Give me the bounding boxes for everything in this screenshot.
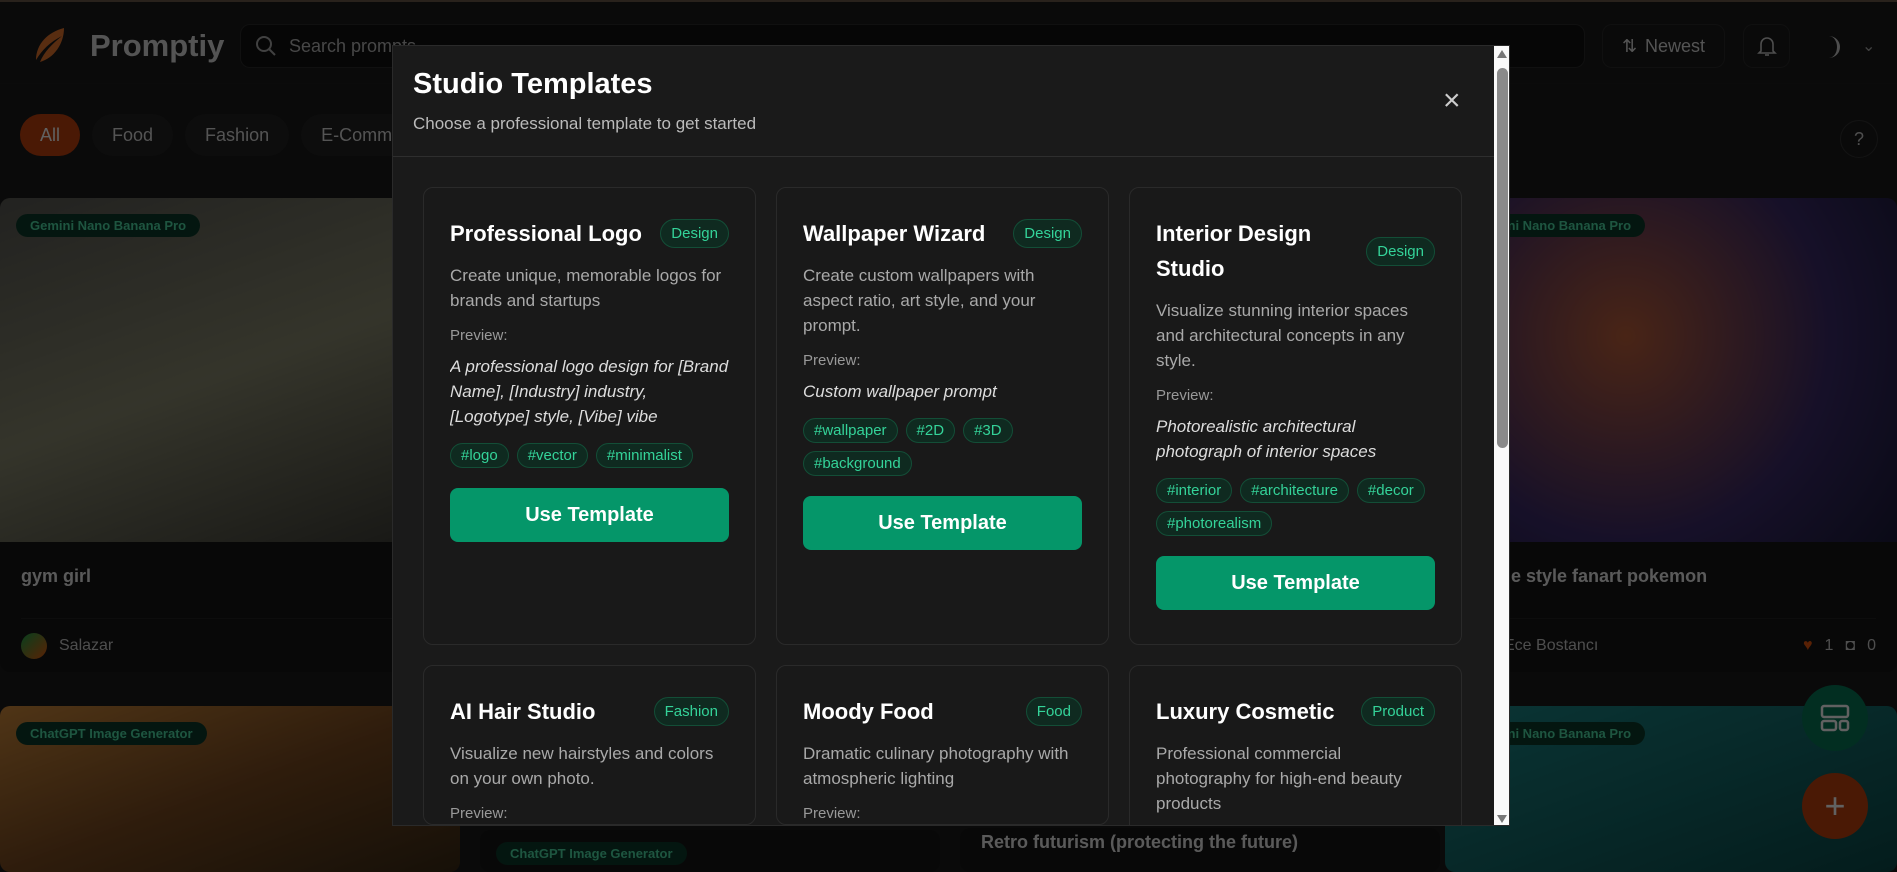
- category-badge: Design: [1013, 219, 1082, 248]
- category-chip-food[interactable]: Food: [92, 114, 174, 156]
- category-chip-fashion[interactable]: Fashion: [185, 114, 290, 156]
- create-fab[interactable]: +: [1802, 773, 1868, 839]
- preview-text: Photorealistic architectural photograph …: [1156, 417, 1377, 461]
- like-count: 1: [1824, 636, 1834, 654]
- prompt-image: [1445, 198, 1897, 542]
- search-icon: [256, 36, 276, 56]
- plus-icon: +: [1824, 785, 1846, 826]
- preview-label: Preview:: [803, 805, 861, 822]
- modal-scrollbar[interactable]: [1494, 46, 1509, 825]
- tag-list: #logo #vector #minimalist: [450, 443, 729, 468]
- use-template-button[interactable]: Use Template: [803, 496, 1082, 550]
- feather-logo-icon: [36, 28, 64, 62]
- close-icon[interactable]: ×: [1443, 86, 1461, 116]
- prompt-image: [0, 198, 460, 542]
- window-top-border: [0, 0, 1897, 2]
- tag: #decor: [1356, 478, 1425, 503]
- user-avatar[interactable]: [1818, 36, 1840, 58]
- tag-list: #wallpaper #2D #3D #background: [803, 418, 1082, 476]
- template-description: Create custom wallpapers with aspect rat…: [803, 266, 1036, 335]
- tag: #vector: [516, 443, 588, 468]
- modal-subtitle: Choose a professional template to get st…: [413, 114, 757, 133]
- sort-button[interactable]: ⇅ Newest: [1602, 24, 1725, 68]
- preview-label: Preview:: [1156, 387, 1214, 404]
- template-card: Professional Logo Design Create unique, m…: [423, 187, 756, 645]
- notifications-button[interactable]: [1743, 24, 1790, 68]
- layout-icon: [1820, 704, 1850, 732]
- template-description: Visualize stunning interior spaces and a…: [1156, 301, 1408, 370]
- tag-list: #interior #architecture #decor #photorealis…: [1156, 478, 1435, 536]
- preview-label: Preview:: [803, 352, 861, 369]
- category-chips: All Food Fashion E-Commerce: [20, 114, 448, 156]
- preview-text: A professional logo design for [Brand Na…: [450, 357, 729, 426]
- preview-label: Preview:: [450, 327, 508, 344]
- prompt-card[interactable]: ChatGPT Image Generator: [480, 830, 940, 872]
- template-card: Luxury Cosmetic Product Professional comm…: [1129, 665, 1462, 825]
- template-title: Interior Design Studio: [1156, 221, 1312, 281]
- tag: #minimalist: [595, 443, 693, 468]
- use-template-button[interactable]: Use Template: [1156, 556, 1435, 610]
- studio-templates-modal: Studio Templates Choose a professional t…: [392, 45, 1510, 826]
- bell-icon: [1756, 37, 1777, 56]
- template-description: Create unique, memorable logos for brand…: [450, 266, 722, 310]
- tag: #photorealism: [1156, 511, 1273, 536]
- prompt-title: Retro futurism (protecting the future): [981, 832, 1298, 852]
- heart-icon[interactable]: ♥: [1803, 637, 1813, 655]
- tag: #background: [803, 451, 912, 476]
- template-title: AI Hair Studio: [450, 699, 596, 724]
- template-card: Wallpaper Wizard Design Create custom wal…: [776, 187, 1109, 645]
- author-name: Salazar: [59, 636, 114, 654]
- prompt-card[interactable]: Gemini Nano Banana Pro Anime style fanar…: [1445, 198, 1897, 672]
- template-title: Luxury Cosmetic: [1156, 699, 1335, 724]
- tag: #2D: [905, 418, 956, 443]
- category-badge: Fashion: [653, 697, 729, 726]
- prompt-card[interactable]: Gemini Nano Banana Pro gym girl Salazar♡…: [0, 198, 460, 672]
- tag: #3D: [963, 418, 1013, 443]
- templates-fab[interactable]: [1802, 685, 1868, 751]
- category-chip-all[interactable]: All: [20, 114, 81, 156]
- tag: #wallpaper: [803, 418, 898, 443]
- modal-title: Studio Templates: [413, 68, 653, 100]
- chevron-down-icon[interactable]: ⌄: [1862, 36, 1875, 56]
- category-badge: Design: [1366, 236, 1435, 266]
- model-badge: ChatGPT Image Generator: [496, 842, 687, 865]
- prompt-card[interactable]: Retro futurism (protecting the future): [960, 828, 1440, 872]
- tag: #interior: [1156, 478, 1233, 503]
- author-avatar: [21, 632, 47, 659]
- template-card: Interior Design Studio Design Visualize s…: [1129, 187, 1462, 645]
- tag: #architecture: [1240, 478, 1349, 503]
- tag: #logo: [450, 443, 509, 468]
- help-button[interactable]: ?: [1840, 120, 1878, 158]
- scroll-down-arrow[interactable]: [1497, 815, 1507, 823]
- modal-divider: [393, 156, 1494, 157]
- prompt-card[interactable]: ChatGPT Image Generator: [0, 706, 460, 872]
- model-badge: Gemini Nano Banana Pro: [16, 214, 201, 237]
- category-badge: Product: [1361, 697, 1435, 726]
- category-badge: Food: [1025, 697, 1082, 726]
- template-description: Professional commercial photography for …: [1156, 744, 1402, 813]
- preview-text: Custom wallpaper prompt: [803, 382, 997, 401]
- scroll-up-arrow[interactable]: [1497, 50, 1507, 58]
- template-grid: Professional Logo Design Create unique, m…: [423, 187, 1463, 825]
- sort-icon: ⇅: [1621, 35, 1638, 56]
- use-template-button[interactable]: Use Template: [450, 488, 729, 542]
- brand-name[interactable]: Promptiy: [90, 28, 224, 64]
- template-title: Moody Food: [803, 699, 934, 724]
- template-card: AI Hair Studio Fashion Visualize new hair…: [423, 665, 756, 825]
- template-title: Wallpaper Wizard: [803, 221, 986, 246]
- sort-label: Newest: [1645, 35, 1706, 56]
- camera-icon: ◘: [1845, 636, 1856, 654]
- template-description: Visualize new hairstyles and colors on y…: [450, 744, 714, 788]
- scrollbar-thumb[interactable]: [1497, 68, 1508, 448]
- template-description: Dramatic culinary photography with atmos…: [803, 744, 1069, 788]
- remix-count: 0: [1867, 636, 1876, 654]
- template-title: Professional Logo: [450, 221, 642, 246]
- author-name: Ece Bostancı: [1504, 636, 1599, 654]
- template-card: Moody Food Food Dramatic culinary photogr…: [776, 665, 1109, 825]
- prompt-title: gym girl: [21, 566, 92, 586]
- model-badge: ChatGPT Image Generator: [16, 722, 207, 745]
- category-badge: Design: [660, 219, 729, 248]
- preview-label: Preview:: [450, 805, 508, 822]
